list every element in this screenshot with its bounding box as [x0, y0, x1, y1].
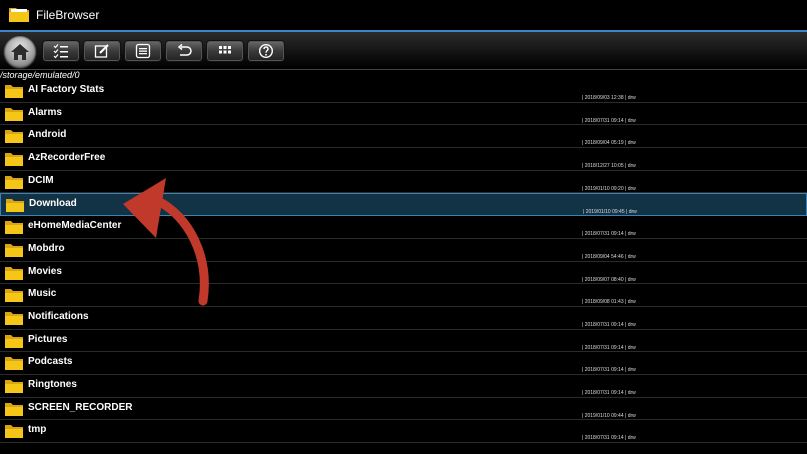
file-meta: | 2018/07/31 09:14 | drw — [582, 344, 636, 351]
file-name: tmp — [28, 424, 47, 436]
folder-icon — [5, 221, 23, 235]
current-path: /storage/emulated/0 — [0, 70, 80, 80]
file-row[interactable]: Ringtones | 2018/07/31 09:14 | drw — [0, 375, 807, 398]
annotation-arrow-icon — [123, 178, 209, 306]
folder-icon — [5, 402, 23, 416]
app-title: FileBrowser — [36, 8, 100, 22]
grid-icon — [219, 46, 231, 54]
select-button[interactable] — [42, 40, 80, 62]
checklist-icon — [53, 44, 68, 59]
file-meta: | 2018/09/03 12:38 | drw — [582, 95, 636, 101]
file-meta: | 2018/09/04 54:46 | drw — [582, 253, 636, 260]
file-meta: | 2018/07/31 09:14 | drw — [582, 231, 636, 238]
file-row[interactable]: Android | 2018/09/04 05:19 | drw — [0, 125, 807, 149]
file-meta: | 2018/07/31 09:14 | drw — [582, 389, 636, 396]
folder-icon — [5, 130, 23, 144]
file-meta: | 2018/07/31 09:14 | drw — [582, 435, 636, 442]
help-icon — [258, 43, 274, 59]
file-meta: | 2018/09/08 01:43 | drw — [582, 299, 636, 306]
toolbar — [0, 32, 807, 70]
file-meta: | 2018/07/31 09:14 | drw — [582, 117, 636, 124]
file-meta: | 2018/07/31 09:14 | drw — [582, 367, 636, 374]
folder-icon — [5, 266, 23, 280]
edit-button[interactable] — [83, 40, 121, 62]
folder-icon — [5, 153, 23, 167]
grid-view-button[interactable] — [206, 40, 244, 62]
file-row[interactable]: Alarms | 2018/07/31 09:14 | drw — [0, 103, 807, 126]
file-name: Android — [28, 129, 67, 141]
file-meta: | 2019/01/10 09:44 | drw — [582, 412, 636, 419]
file-name: AI Factory Stats — [28, 84, 105, 95]
file-name: DCIM — [28, 174, 54, 186]
file-row[interactable]: Podcasts | 2018/07/31 09:14 | drw — [0, 352, 807, 375]
file-meta: | 2019/01/10 09:45 | drw — [583, 209, 637, 216]
file-row[interactable]: AI Factory Stats | 2018/09/03 12:38 | drw — [0, 80, 807, 103]
folder-icon — [5, 85, 23, 98]
file-name: Movies — [28, 265, 62, 277]
folder-icon — [5, 289, 23, 303]
folder-icon — [5, 107, 23, 121]
file-name: Podcasts — [28, 356, 73, 368]
file-name: Mobdro — [28, 242, 65, 254]
folder-icon — [5, 175, 23, 189]
title-bar: FileBrowser — [0, 0, 807, 30]
folder-icon — [5, 243, 23, 257]
folder-icon — [5, 311, 23, 325]
folder-icon — [5, 379, 23, 393]
help-button[interactable] — [247, 40, 285, 62]
file-row[interactable]: SCREEN_RECORDER | 2019/01/10 09:44 | drw — [0, 398, 807, 421]
edit-icon — [94, 44, 109, 58]
home-icon — [11, 44, 29, 60]
folder-icon — [5, 334, 23, 348]
folder-icon — [5, 425, 23, 439]
file-row[interactable]: Pictures | 2018/07/31 09:14 | drw — [0, 330, 807, 353]
file-meta: | 2018/09/04 05:19 | drw — [582, 140, 636, 147]
file-row[interactable]: tmp | 2018/07/31 09:14 | drw — [0, 420, 807, 443]
file-name: Notifications — [28, 310, 89, 322]
file-meta: | 2018/07/31 09:14 | drw — [582, 321, 636, 328]
file-row[interactable]: AzRecorderFree | 2018/12/27 10:05 | drw — [0, 148, 807, 171]
home-button[interactable] — [3, 35, 37, 69]
file-name: eHomeMediaCenter — [28, 220, 122, 232]
file-name: Pictures — [28, 333, 68, 345]
file-row[interactable]: Notifications | 2018/07/31 09:14 | drw — [0, 307, 807, 330]
file-meta: | 2018/09/07 08:40 | drw — [582, 276, 636, 283]
app-folder-icon — [9, 8, 29, 22]
file-name: Ringtones — [28, 378, 77, 390]
list-view-button[interactable] — [124, 40, 162, 62]
file-name: Alarms — [28, 106, 62, 118]
file-name: Music — [28, 288, 57, 300]
undo-icon — [177, 43, 192, 56]
back-button[interactable] — [165, 40, 203, 62]
file-name: Download — [29, 198, 77, 210]
file-name: AzRecorderFree — [28, 152, 106, 164]
folder-icon — [5, 357, 23, 371]
list-icon — [135, 43, 151, 59]
file-meta: | 2019/01/10 09:20 | drw — [582, 185, 636, 192]
file-name: SCREEN_RECORDER — [28, 401, 133, 413]
file-meta: | 2018/12/27 10:05 | drw — [582, 163, 636, 170]
folder-icon — [6, 199, 24, 213]
